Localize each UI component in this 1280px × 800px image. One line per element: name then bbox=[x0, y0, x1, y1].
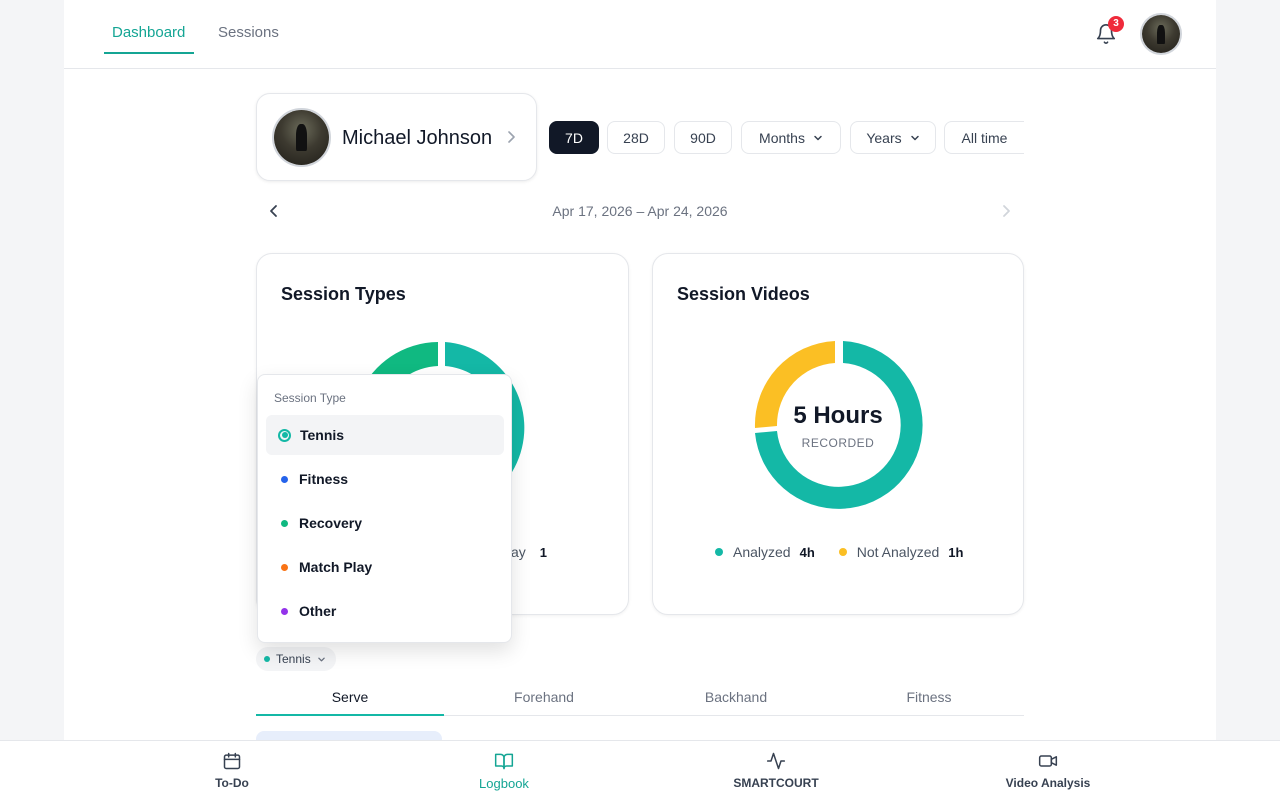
card-title: Session Videos bbox=[677, 284, 810, 304]
legend-dot bbox=[838, 548, 847, 556]
range-90d-button[interactable]: 90D bbox=[674, 121, 732, 154]
bottom-nav-label: SMARTCOURT bbox=[733, 776, 819, 790]
tab-fitness[interactable]: Fitness bbox=[835, 685, 1023, 716]
tab-serve[interactable]: Serve bbox=[256, 685, 444, 716]
chip-label: Tennis bbox=[276, 652, 311, 666]
legend-label: Not Analyzed bbox=[856, 544, 940, 560]
user-avatar[interactable] bbox=[1140, 13, 1182, 55]
tab-sessions[interactable]: Sessions bbox=[218, 24, 279, 54]
dropdown-item-label: Tennis bbox=[300, 427, 345, 443]
range-months-dropdown[interactable]: Months bbox=[741, 121, 841, 154]
legend-label: ay bbox=[511, 544, 526, 560]
range-label: Months bbox=[759, 129, 805, 146]
range-label: 7D bbox=[565, 129, 583, 146]
dropdown-item-label: Match Play bbox=[299, 559, 373, 575]
bottom-nav-logbook[interactable]: Logbook bbox=[404, 741, 604, 800]
donut-center-label: RECORDED bbox=[801, 436, 875, 450]
dropdown-item-label: Recovery bbox=[299, 515, 363, 531]
bottom-nav-label: Logbook bbox=[479, 776, 529, 791]
profile-selector[interactable]: Michael Johnson bbox=[256, 93, 537, 181]
session-type-filter-chip[interactable]: Tennis bbox=[256, 647, 336, 671]
bottom-nav-label: Video Analysis bbox=[1005, 776, 1091, 790]
tab-forehand[interactable]: Forehand bbox=[450, 685, 638, 716]
radio-selected-icon bbox=[278, 428, 291, 442]
app-container: Dashboard Sessions 3 Michael Johnson 7D … bbox=[64, 0, 1216, 800]
donut-center-value: 5 Hours bbox=[793, 402, 883, 429]
dropdown-item-label: Other bbox=[299, 603, 337, 619]
range-years-dropdown[interactable]: Years bbox=[850, 121, 936, 154]
dropdown-item-other[interactable]: Other bbox=[266, 591, 504, 631]
chevron-down-icon bbox=[814, 135, 822, 140]
stroke-tabs: Serve Forehand Backhand Fitness bbox=[256, 685, 1024, 716]
dropdown-item-fitness[interactable]: Fitness bbox=[266, 459, 504, 499]
avatar-photo bbox=[1142, 15, 1180, 53]
book-icon bbox=[494, 753, 514, 770]
notification-badge: 3 bbox=[1108, 16, 1124, 32]
range-label: All time bbox=[961, 129, 1008, 146]
session-type-dropdown: Session Type Tennis Fitness Recovery Mat… bbox=[257, 374, 512, 643]
card-title: Session Types bbox=[281, 284, 406, 304]
chevron-down-icon bbox=[910, 135, 919, 140]
legend-value: 1h bbox=[948, 544, 964, 560]
legend-label: Analyzed bbox=[733, 544, 791, 560]
bottom-nav-todo[interactable]: To-Do bbox=[132, 741, 332, 800]
legend-value: 4h bbox=[799, 544, 815, 560]
tab-backhand[interactable]: Backhand bbox=[642, 685, 830, 716]
session-types-legend: ay 1 bbox=[511, 544, 547, 560]
activity-icon bbox=[766, 752, 786, 770]
profile-name: Michael Johnson bbox=[342, 127, 493, 149]
range-7d-button[interactable]: 7D bbox=[549, 121, 599, 154]
dropdown-item-recovery[interactable]: Recovery bbox=[266, 503, 504, 543]
bottom-nav-video-analysis[interactable]: Video Analysis bbox=[948, 741, 1148, 800]
dot-icon bbox=[281, 475, 288, 483]
dot-icon bbox=[264, 656, 270, 662]
bottom-nav-smartcourt[interactable]: SMARTCOURT bbox=[676, 741, 876, 800]
calendar-icon bbox=[223, 752, 241, 770]
range-label: 90D bbox=[690, 129, 716, 146]
dropdown-header: Session Type bbox=[274, 391, 346, 405]
tab-dashboard[interactable]: Dashboard bbox=[104, 24, 194, 54]
profile-avatar bbox=[272, 108, 331, 167]
range-label: Years bbox=[866, 129, 902, 146]
session-videos-card: Session Videos 5 Hours RECORDED Analyzed… bbox=[652, 253, 1024, 615]
dropdown-item-tennis[interactable]: Tennis bbox=[266, 415, 504, 455]
dropdown-item-match-play[interactable]: Match Play bbox=[266, 547, 504, 587]
range-28d-button[interactable]: 28D bbox=[607, 121, 665, 154]
video-icon bbox=[1038, 755, 1058, 767]
legend-dot bbox=[715, 548, 723, 556]
chevron-down-icon bbox=[317, 657, 325, 661]
date-range-label: Apr 17, 2026 – Apr 24, 2026 bbox=[552, 203, 728, 219]
top-nav: Dashboard Sessions 3 bbox=[64, 0, 1216, 69]
profile-photo bbox=[274, 110, 329, 165]
dot-icon bbox=[281, 519, 288, 527]
legend-value: 1 bbox=[539, 544, 548, 560]
dot-icon bbox=[281, 563, 288, 571]
chevron-right-icon[interactable] bbox=[999, 203, 1013, 219]
range-label: 28D bbox=[623, 129, 649, 146]
dot-icon bbox=[281, 607, 288, 615]
bottom-nav-label: To-Do bbox=[215, 776, 249, 790]
session-videos-legend: Analyzed 4h Not Analyzed 1h bbox=[715, 544, 963, 560]
chevron-right-icon bbox=[508, 131, 515, 143]
range-all-time-button[interactable]: All time bbox=[944, 121, 1024, 154]
chevron-left-icon[interactable] bbox=[267, 203, 281, 219]
dropdown-item-label: Fitness bbox=[299, 471, 349, 487]
bottom-nav: To-Do Logbook SMARTCOURT Video Analysis bbox=[0, 740, 1280, 800]
